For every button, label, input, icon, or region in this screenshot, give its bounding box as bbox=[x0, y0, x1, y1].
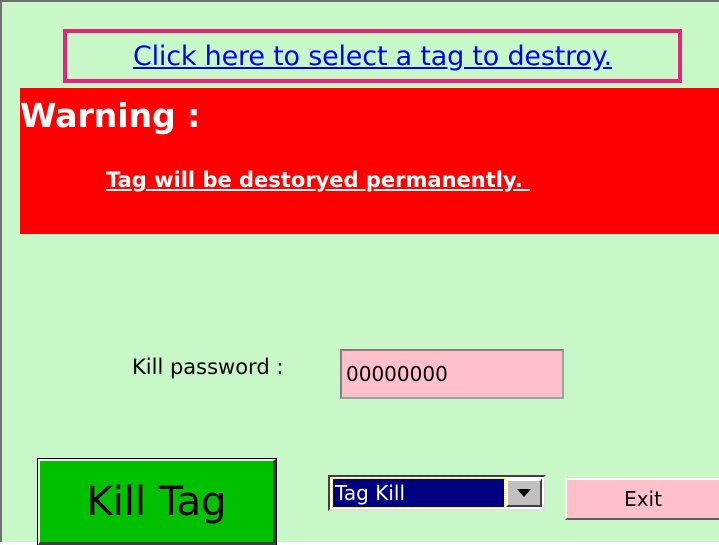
kill-password-input[interactable] bbox=[340, 349, 564, 399]
warning-message: Tag will be destoryed permanently. bbox=[106, 168, 531, 192]
kill-password-label: Kill password : bbox=[132, 355, 284, 379]
kill-tag-button[interactable]: Kill Tag bbox=[37, 458, 277, 545]
select-tag-link[interactable]: Click here to select a tag to destroy. bbox=[133, 41, 612, 72]
select-tag-highlight: Click here to select a tag to destroy. bbox=[63, 29, 682, 83]
warning-panel: Warning : Tag will be destoryed permanen… bbox=[20, 88, 719, 234]
exit-button[interactable]: Exit bbox=[565, 478, 719, 520]
kill-mode-selected-value: Tag Kill bbox=[332, 478, 505, 508]
tag-kill-window: Click here to select a tag to destroy. W… bbox=[0, 0, 719, 545]
chevron-down-icon[interactable] bbox=[506, 479, 542, 507]
warning-title: Warning : bbox=[20, 96, 201, 135]
kill-mode-select[interactable]: Tag Kill bbox=[328, 475, 546, 511]
